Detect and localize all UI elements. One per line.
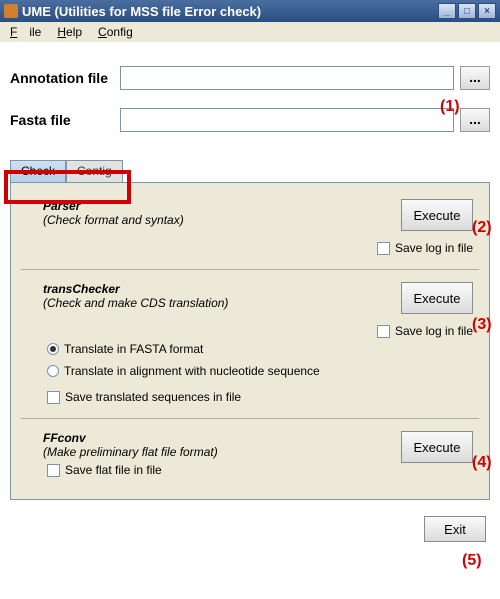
menu-help[interactable]: Help — [51, 23, 88, 41]
fasta-file-label: Fasta file — [10, 112, 120, 128]
trans-opt2-radio[interactable] — [47, 365, 59, 377]
parser-savelog-checkbox[interactable] — [377, 242, 390, 255]
parser-title: Parser — [43, 199, 184, 213]
annotation-5: (5) — [462, 552, 482, 570]
annotation-file-label: Annotation file — [10, 70, 120, 86]
ffconv-subtitle: (Make preliminary flat file format) — [43, 445, 218, 459]
title-bar: UME (Utilities for MSS file Error check)… — [0, 0, 500, 22]
trans-savelog-label: Save log in file — [395, 324, 473, 338]
trans-title: transChecker — [43, 282, 228, 296]
minimize-button[interactable]: _ — [438, 3, 456, 19]
trans-opt2-label: Translate in alignment with nucleotide s… — [64, 364, 320, 378]
trans-subtitle: (Check and make CDS translation) — [43, 296, 228, 310]
check-panel: Parser (Check format and syntax) Execute… — [10, 182, 490, 500]
trans-saveseq-row: Save translated sequences in file — [47, 390, 473, 404]
trans-opt1-radio[interactable] — [47, 343, 59, 355]
trans-saveseq-checkbox[interactable] — [47, 391, 60, 404]
ffconv-section: FFconv (Make preliminary flat file forma… — [21, 421, 479, 489]
tab-row: Check Contig — [10, 160, 494, 182]
java-icon — [4, 4, 18, 18]
trans-opt1-label: Translate in FASTA format — [64, 342, 203, 356]
ffconv-execute-button[interactable]: Execute — [401, 431, 473, 463]
parser-savelog-label: Save log in file — [395, 241, 473, 255]
trans-saveseq-label: Save translated sequences in file — [65, 390, 241, 404]
window-title: UME (Utilities for MSS file Error check) — [22, 4, 438, 19]
close-button[interactable]: × — [478, 3, 496, 19]
client-area: Annotation file ... Fasta file ... Check… — [0, 42, 500, 548]
tab-contig[interactable]: Contig — [66, 160, 123, 182]
ffconv-saveflat-label: Save flat file in file — [65, 463, 162, 477]
trans-execute-button[interactable]: Execute — [401, 282, 473, 314]
parser-subtitle: (Check format and syntax) — [43, 213, 184, 227]
tab-check[interactable]: Check — [10, 160, 66, 182]
annotation-browse-button[interactable]: ... — [460, 66, 490, 90]
transchecker-section: transChecker (Check and make CDS transla… — [21, 272, 479, 416]
fasta-browse-button[interactable]: ... — [460, 108, 490, 132]
ffconv-title: FFconv — [43, 431, 218, 445]
exit-button[interactable]: Exit — [424, 516, 486, 542]
annotation-file-row: Annotation file ... — [10, 66, 490, 90]
menu-bar: File Help Config — [0, 22, 500, 42]
menu-config[interactable]: Config — [92, 23, 139, 41]
maximize-button[interactable]: □ — [458, 3, 476, 19]
parser-execute-button[interactable]: Execute — [401, 199, 473, 231]
fasta-file-input[interactable] — [120, 108, 454, 132]
trans-opt2-row: Translate in alignment with nucleotide s… — [47, 364, 473, 378]
annotation-file-input[interactable] — [120, 66, 454, 90]
fasta-file-row: Fasta file ... — [10, 108, 490, 132]
trans-opt1-row: Translate in FASTA format — [47, 342, 473, 356]
trans-savelog-checkbox[interactable] — [377, 325, 390, 338]
menu-file[interactable]: File — [4, 23, 47, 41]
ffconv-saveflat-checkbox[interactable] — [47, 464, 60, 477]
parser-section: Parser (Check format and syntax) Execute… — [21, 189, 479, 267]
